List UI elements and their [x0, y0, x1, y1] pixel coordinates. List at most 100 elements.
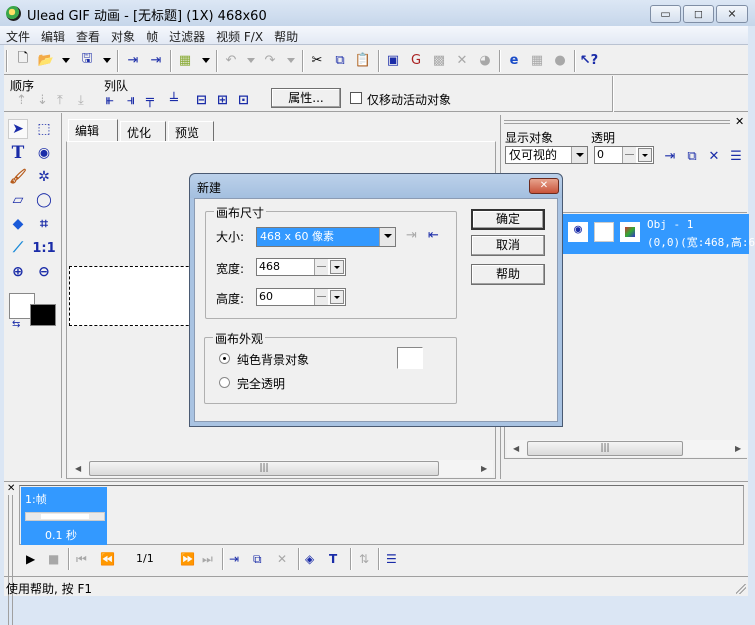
- menu-file[interactable]: 文件: [0, 26, 35, 45]
- lasso-tool-icon[interactable]: ◯: [34, 190, 54, 210]
- resize-grip[interactable]: [736, 584, 746, 594]
- scroll-left-icon[interactable]: ◀: [75, 464, 81, 473]
- background-icon[interactable]: ◕: [476, 51, 494, 69]
- gif-icon[interactable]: G: [407, 51, 425, 69]
- delete-object-icon[interactable]: ✕: [705, 147, 723, 165]
- redo-icon[interactable]: ↷: [261, 51, 279, 69]
- optimize-icon[interactable]: ●: [551, 51, 569, 69]
- menu-object[interactable]: 对象: [105, 26, 140, 45]
- object-list-scrollbar[interactable]: ◀ ||| ▶: [507, 440, 748, 457]
- center-both-icon[interactable]: ⊡: [238, 93, 249, 108]
- eraser-tool-icon[interactable]: ▱: [8, 190, 28, 210]
- move-active-only-checkbox[interactable]: [350, 92, 362, 104]
- new-icon[interactable]: 🗋: [14, 51, 32, 69]
- ie-preview-icon[interactable]: e: [505, 51, 523, 69]
- add-frame-icon[interactable]: ⇥: [229, 552, 239, 566]
- transparent-radio[interactable]: [219, 377, 230, 388]
- duplicate-frame-icon[interactable]: ⧉: [253, 552, 262, 567]
- tab-edit[interactable]: 编辑: [68, 119, 118, 142]
- align-top-icon[interactable]: ╤: [146, 93, 154, 108]
- add-preset-icon[interactable]: ⇥: [406, 228, 417, 243]
- height-menu-button[interactable]: [330, 290, 344, 304]
- tween-icon[interactable]: ◈: [305, 552, 314, 566]
- bring-forward-icon[interactable]: ⇡: [16, 93, 27, 108]
- frame-panel-grip[interactable]: [8, 495, 13, 625]
- scatter-icon[interactable]: ✕: [453, 51, 471, 69]
- scroll-right-icon[interactable]: ▶: [481, 464, 487, 473]
- object-properties-icon[interactable]: ☰: [727, 147, 745, 165]
- solid-background-radio[interactable]: [219, 353, 230, 364]
- paint-bucket-tool-icon[interactable]: ◆: [8, 214, 28, 234]
- export-frames-icon[interactable]: ⇥: [147, 51, 165, 69]
- minimize-button[interactable]: ▭: [650, 5, 681, 23]
- open-icon[interactable]: 📂: [37, 51, 55, 69]
- remove-preset-icon[interactable]: ⇤: [428, 228, 439, 243]
- cancel-button[interactable]: 取消: [471, 235, 545, 256]
- previous-frame-icon[interactable]: ⏪: [100, 552, 115, 566]
- frame-item[interactable]: 1:帧 0.1 秒: [21, 487, 107, 545]
- paintbrush-tool-icon[interactable]: 🖌: [8, 167, 28, 187]
- properties-button[interactable]: 属性...: [271, 88, 341, 108]
- image-editor-dropdown-arrow[interactable]: [202, 58, 210, 63]
- actual-size-tool-icon[interactable]: 1:1: [32, 238, 55, 258]
- bring-to-front-icon[interactable]: ⤒: [57, 93, 63, 108]
- width-spinner[interactable]: [314, 259, 328, 275]
- frame-properties-icon[interactable]: ☰: [386, 552, 397, 566]
- ok-button[interactable]: 确定: [471, 209, 545, 230]
- scroll-left-icon[interactable]: ◀: [513, 444, 519, 453]
- panel-grip[interactable]: [504, 120, 730, 124]
- save-icon[interactable]: 🖫: [78, 51, 96, 69]
- swap-colors-icon[interactable]: ⇆: [12, 319, 20, 330]
- background-color-swatch[interactable]: [30, 304, 56, 326]
- send-backward-icon[interactable]: ⇣: [37, 93, 48, 108]
- redo-dropdown-arrow[interactable]: [287, 58, 295, 63]
- banner-text-icon[interactable]: T: [329, 552, 337, 566]
- height-spinner[interactable]: [314, 289, 328, 305]
- menu-video-fx[interactable]: 视频 F/X: [210, 26, 268, 45]
- dialog-title-bar[interactable]: 新建 ✕: [190, 174, 562, 198]
- height-input[interactable]: 60: [256, 288, 346, 306]
- dither-icon[interactable]: ▦: [528, 51, 546, 69]
- opacity-input[interactable]: 0: [594, 146, 654, 164]
- lock-toggle[interactable]: [594, 222, 614, 242]
- scroll-thumb[interactable]: |||: [89, 461, 439, 476]
- width-input[interactable]: 468: [256, 258, 346, 276]
- reverse-frames-icon[interactable]: ⇅: [359, 552, 369, 566]
- pointer-tool-icon[interactable]: ➤: [8, 119, 28, 139]
- horizontal-scrollbar[interactable]: ◀ ||| ▶: [69, 460, 493, 477]
- undo-dropdown-arrow[interactable]: [247, 58, 255, 63]
- zoom-out-tool-icon[interactable]: ⊖: [34, 262, 54, 282]
- menu-help[interactable]: 帮助: [268, 26, 303, 45]
- import-icon[interactable]: ⇥: [124, 51, 142, 69]
- align-bottom-icon[interactable]: ╧: [170, 93, 178, 108]
- save-dropdown-arrow[interactable]: [103, 58, 111, 63]
- width-menu-button[interactable]: [330, 260, 344, 274]
- show-objects-select[interactable]: 仅可视的: [505, 146, 588, 164]
- eyedropper-tool-icon[interactable]: ⟋: [8, 238, 28, 258]
- tab-optimize[interactable]: 优化: [120, 121, 166, 141]
- canvas[interactable]: [69, 266, 209, 326]
- close-button[interactable]: ✕: [716, 5, 748, 23]
- help-pointer-icon[interactable]: ↖?: [580, 51, 598, 69]
- zoom-in-tool-icon[interactable]: ⊕: [8, 262, 28, 282]
- text-tool-icon[interactable]: T: [8, 143, 28, 163]
- background-color-swatch[interactable]: [397, 347, 423, 369]
- maximize-button[interactable]: ◻: [683, 5, 714, 23]
- chevron-down-icon[interactable]: [379, 228, 395, 246]
- opacity-menu-button[interactable]: [638, 148, 652, 162]
- cut-icon[interactable]: ✂: [308, 51, 326, 69]
- menu-edit[interactable]: 编辑: [35, 26, 70, 45]
- scroll-right-icon[interactable]: ▶: [735, 444, 741, 453]
- add-object-icon[interactable]: ⇥: [661, 147, 679, 165]
- delete-frame-icon[interactable]: ✕: [277, 552, 287, 566]
- undo-icon[interactable]: ↶: [222, 51, 240, 69]
- dialog-close-button[interactable]: ✕: [529, 178, 559, 194]
- play-icon[interactable]: ▶: [26, 552, 35, 566]
- center-horizontal-icon[interactable]: ⊟: [196, 93, 207, 108]
- opacity-spinner[interactable]: [622, 147, 636, 163]
- menu-filter[interactable]: 过滤器: [163, 26, 210, 45]
- scroll-thumb[interactable]: |||: [527, 441, 683, 456]
- animation-tool-icon[interactable]: ◉: [34, 143, 54, 163]
- magic-wand-tool-icon[interactable]: ✲: [34, 167, 54, 187]
- stop-icon[interactable]: ■: [48, 552, 59, 566]
